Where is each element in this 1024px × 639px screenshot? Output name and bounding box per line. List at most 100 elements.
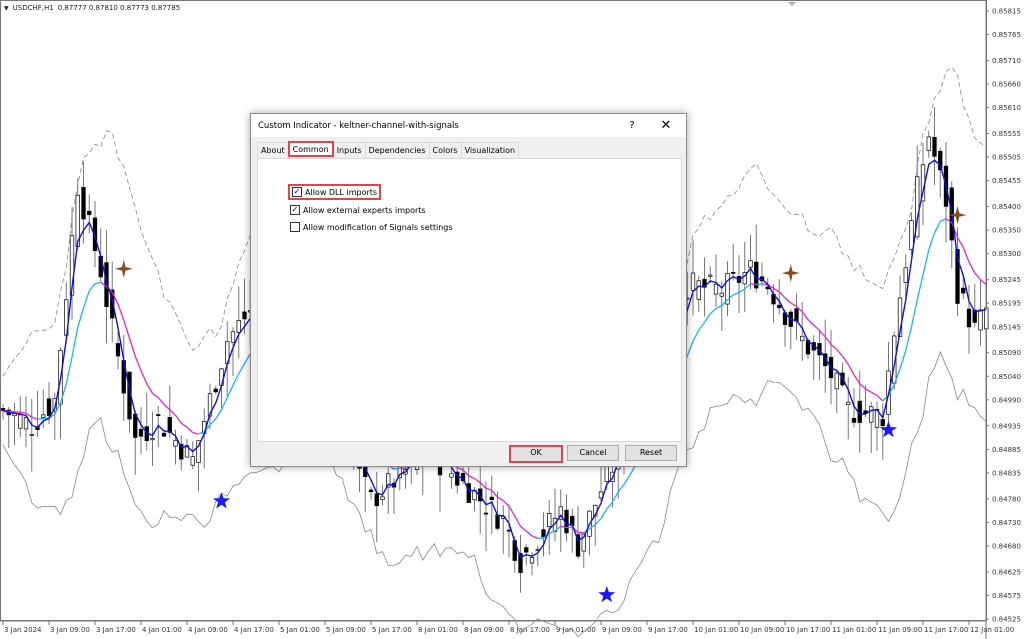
slow-ma-segment bbox=[180, 422, 188, 428]
checkmark-icon[interactable]: ✓ bbox=[290, 205, 300, 215]
price-label: 0.84780 bbox=[992, 495, 1021, 503]
time-label: 4 Jan 09:00 bbox=[188, 626, 228, 634]
bullish-candle bbox=[978, 309, 983, 331]
checkmark-icon[interactable]: ✓ bbox=[292, 187, 302, 197]
allow-external-experts-checkbox[interactable]: ✓ Allow external experts imports bbox=[290, 205, 426, 215]
slow-ma-segment bbox=[905, 326, 913, 351]
bearish-candle bbox=[167, 417, 172, 433]
slow-ma-segment bbox=[600, 508, 608, 519]
bearish-candle bbox=[87, 210, 92, 216]
slow-ma-segment bbox=[756, 283, 763, 286]
bearish-candle bbox=[368, 489, 374, 493]
slow-ma-segment bbox=[485, 487, 492, 491]
slow-ma-segment bbox=[801, 311, 809, 320]
time-label: 11 Jan 09:00 bbox=[878, 626, 922, 634]
slow-ma-segment bbox=[502, 500, 510, 507]
bearish-candle bbox=[242, 311, 247, 320]
slow-ma-segment bbox=[819, 330, 826, 338]
tab-common[interactable]: Common bbox=[287, 141, 334, 157]
time-label: 10 Jan 17:00 bbox=[786, 626, 830, 634]
bullish-candle bbox=[748, 260, 753, 268]
bullish-candle bbox=[380, 496, 385, 500]
allow-dll-imports-checkbox[interactable]: ✓ Allow DLL imports bbox=[288, 184, 382, 200]
time-label: 5 Jan 17:00 bbox=[372, 626, 412, 634]
allow-signals-modification-checkbox[interactable]: Allow modification of Signals settings bbox=[290, 222, 453, 232]
slow-ma-segment bbox=[922, 249, 930, 276]
slow-ma-segment bbox=[715, 305, 723, 309]
slow-ma-segment bbox=[623, 475, 631, 485]
collapse-triangle-icon[interactable]: ▼ bbox=[4, 5, 9, 12]
slow-ma-segment bbox=[865, 388, 872, 393]
price-label: 0.84730 bbox=[992, 519, 1021, 527]
bullish-candle bbox=[150, 438, 155, 441]
slow-ma-segment bbox=[140, 370, 148, 384]
slow-ma-segment bbox=[508, 505, 516, 517]
bearish-candle bbox=[489, 496, 494, 501]
shift-marker-icon[interactable] bbox=[788, 2, 796, 6]
slow-ma-segment bbox=[163, 404, 171, 411]
bearish-candle bbox=[156, 414, 161, 416]
tab-inputs[interactable]: Inputs bbox=[332, 142, 366, 158]
slow-ma-segment bbox=[220, 397, 228, 410]
unchecked-box-icon[interactable] bbox=[290, 222, 300, 232]
slow-ma-segment bbox=[617, 484, 625, 493]
bullish-candle bbox=[449, 473, 454, 478]
slow-ma-segment bbox=[709, 307, 717, 315]
slow-ma-segment bbox=[232, 373, 240, 386]
slow-ma-segment bbox=[807, 318, 815, 326]
bearish-candle bbox=[161, 432, 167, 437]
bullish-candle bbox=[190, 456, 195, 466]
bullish-candle bbox=[909, 220, 914, 250]
bullish-candle bbox=[800, 335, 805, 342]
price-label: 0.85555 bbox=[992, 130, 1021, 138]
slow-ma-segment bbox=[117, 303, 125, 321]
reset-button[interactable]: Reset bbox=[625, 445, 677, 461]
tab-about[interactable]: About bbox=[257, 142, 289, 158]
slow-ma-segment bbox=[686, 340, 694, 357]
slow-ma-segment bbox=[773, 287, 780, 293]
tab-dependencies[interactable]: Dependencies bbox=[364, 142, 430, 158]
close-icon[interactable]: ✕ bbox=[646, 118, 686, 133]
price-label: 0.85145 bbox=[992, 323, 1021, 331]
bullish-candle bbox=[173, 439, 178, 447]
slow-ma-segment bbox=[238, 363, 246, 374]
price-label: 0.85300 bbox=[992, 250, 1021, 258]
tab-visualization[interactable]: Visualization bbox=[460, 142, 520, 158]
slow-ma-segment bbox=[594, 518, 602, 526]
slow-ma-segment bbox=[174, 414, 182, 424]
cancel-button[interactable]: Cancel bbox=[567, 445, 619, 461]
time-label: 4 Jan 17:00 bbox=[234, 626, 274, 634]
bearish-candle bbox=[961, 287, 966, 294]
sell-signal-star-icon bbox=[114, 259, 133, 278]
time-label: 8 Jan 01:00 bbox=[418, 626, 458, 634]
ok-button[interactable]: OK bbox=[509, 445, 563, 463]
slow-ma-segment bbox=[790, 302, 797, 307]
symbol-info: ▼ USDCHF,H1 0.87777 0.87810 0.87773 0.87… bbox=[4, 4, 180, 12]
bullish-candle bbox=[903, 267, 908, 283]
time-label: 8 Jan 17:00 bbox=[510, 626, 550, 634]
bearish-candle bbox=[115, 343, 121, 357]
price-label: 0.85660 bbox=[992, 81, 1021, 89]
price-label: 0.85245 bbox=[992, 276, 1021, 284]
slow-ma-segment bbox=[548, 530, 556, 535]
slow-ma-segment bbox=[94, 281, 101, 285]
tab-bar: About Common Inputs Dependencies Colors … bbox=[257, 141, 520, 158]
price-label: 0.84990 bbox=[992, 396, 1021, 404]
bearish-candle bbox=[966, 308, 972, 328]
price-label: 0.84575 bbox=[992, 592, 1021, 600]
slow-ma-segment bbox=[514, 515, 522, 527]
slow-ma-segment bbox=[456, 466, 464, 471]
slow-ma-segment bbox=[830, 343, 838, 351]
tab-colors[interactable]: Colors bbox=[428, 142, 462, 158]
help-button[interactable]: ? bbox=[618, 120, 646, 131]
slow-ma-segment bbox=[123, 320, 131, 339]
price-label: 0.85610 bbox=[992, 104, 1021, 112]
slow-ma-segment bbox=[474, 477, 481, 484]
slow-ma-segment bbox=[14, 411, 21, 413]
bearish-candle bbox=[495, 514, 500, 529]
bullish-candle bbox=[236, 320, 241, 333]
price-label: 0.85090 bbox=[992, 349, 1021, 357]
slow-ma-segment bbox=[169, 409, 176, 416]
time-label: 9 Jan 17:00 bbox=[648, 626, 688, 634]
slow-ma-segment bbox=[215, 409, 223, 420]
